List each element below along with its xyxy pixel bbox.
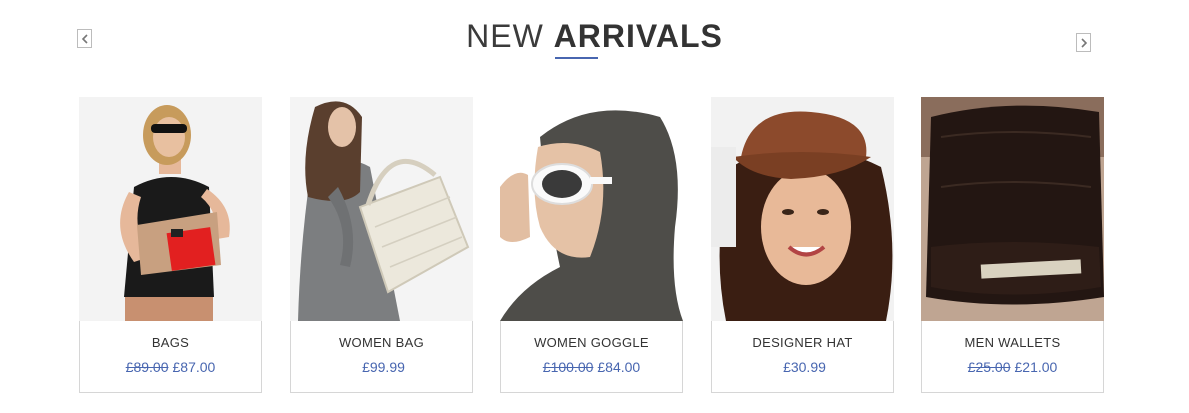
product-info: DESIGNER HAT £30.99 — [711, 321, 894, 393]
product-image[interactable] — [79, 97, 262, 321]
old-price: £25.00 — [967, 359, 1011, 375]
product-price: £99.99 — [291, 359, 472, 375]
product-card[interactable]: BAGS £89.00 £87.00 — [79, 97, 262, 393]
old-price: £89.00 — [125, 359, 169, 375]
carousel-prev-button[interactable] — [77, 29, 92, 48]
section-title: NEW ARRIVALS — [0, 16, 1189, 56]
product-image[interactable] — [290, 97, 473, 321]
product-price: £30.99 — [712, 359, 893, 375]
product-price: £25.00 £21.00 — [922, 359, 1103, 375]
carousel-next-button[interactable] — [1076, 33, 1091, 52]
title-underline — [555, 57, 598, 59]
product-info: WOMEN GOGGLE £100.00 £84.00 — [500, 321, 683, 393]
product-price: £100.00 £84.00 — [501, 359, 682, 375]
product-name[interactable]: BAGS — [80, 335, 261, 350]
product-image[interactable] — [500, 97, 683, 321]
current-price: £87.00 — [172, 359, 216, 375]
product-name[interactable]: WOMEN GOGGLE — [501, 335, 682, 350]
product-info: WOMEN BAG £99.99 — [290, 321, 473, 393]
section-title-bold: ARRIVALS — [553, 18, 723, 54]
product-card[interactable]: MEN WALLETS £25.00 £21.00 — [921, 97, 1104, 393]
current-price: £30.99 — [783, 359, 826, 375]
current-price: £84.00 — [597, 359, 641, 375]
current-price: £99.99 — [362, 359, 405, 375]
chevron-left-icon — [81, 33, 88, 44]
product-image[interactable] — [921, 97, 1104, 321]
product-name[interactable]: WOMEN BAG — [291, 335, 472, 350]
product-card[interactable]: DESIGNER HAT £30.99 — [711, 97, 894, 393]
current-price: £21.00 — [1014, 359, 1058, 375]
product-price: £89.00 £87.00 — [80, 359, 261, 375]
product-name[interactable]: MEN WALLETS — [922, 335, 1103, 350]
product-card[interactable]: WOMEN BAG £99.99 — [290, 97, 473, 393]
product-info: MEN WALLETS £25.00 £21.00 — [921, 321, 1104, 393]
section-title-light: NEW — [466, 18, 544, 54]
product-name[interactable]: DESIGNER HAT — [712, 335, 893, 350]
product-card[interactable]: WOMEN GOGGLE £100.00 £84.00 — [500, 97, 683, 393]
chevron-right-icon — [1080, 37, 1087, 48]
product-info: BAGS £89.00 £87.00 — [79, 321, 262, 393]
product-image[interactable] — [711, 97, 894, 321]
old-price: £100.00 — [542, 359, 594, 375]
